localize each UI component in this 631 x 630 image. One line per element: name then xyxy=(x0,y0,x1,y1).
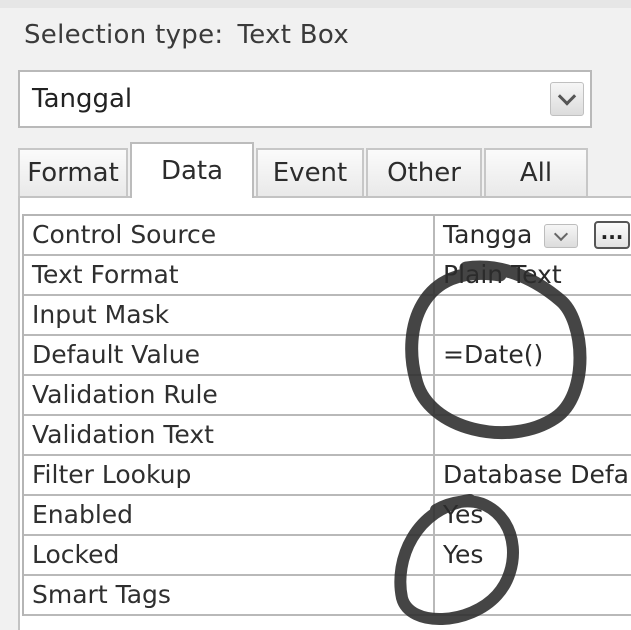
tab-other-label: Other xyxy=(387,158,461,188)
tab-data-label: Data xyxy=(160,156,224,186)
property-name: Control Source xyxy=(24,216,435,254)
property-name: Enabled xyxy=(24,496,435,534)
property-value-filter-lookup[interactable]: Database Defa xyxy=(437,456,631,494)
property-sheet-title-strip xyxy=(0,0,631,8)
tab-format[interactable]: Format xyxy=(18,148,128,196)
tab-event[interactable]: Event xyxy=(256,148,364,196)
tab-format-label: Format xyxy=(27,158,119,188)
property-value-default-value[interactable]: =Date() xyxy=(437,336,631,374)
property-grid: Control Source Tangga ... Text Format Pl… xyxy=(22,214,631,616)
property-name: Filter Lookup xyxy=(24,456,435,494)
tab-all[interactable]: All xyxy=(484,148,588,196)
property-row-validation-rule: Validation Rule xyxy=(24,376,631,416)
property-name: Input Mask xyxy=(24,296,435,334)
property-name: Validation Text xyxy=(24,416,435,454)
property-value-enabled[interactable]: Yes xyxy=(437,496,631,534)
build-button[interactable]: ... xyxy=(594,221,630,249)
selection-type-value: Text Box xyxy=(237,20,350,50)
object-selector-value: Tanggal xyxy=(32,84,133,114)
selection-type: Selection type: Text Box xyxy=(24,20,349,50)
property-value-input-mask[interactable] xyxy=(437,296,631,334)
property-row-locked: Locked Yes xyxy=(24,536,631,576)
property-value-locked[interactable]: Yes xyxy=(437,536,631,574)
control-source-dropdown-button[interactable] xyxy=(544,224,578,248)
property-name: Locked xyxy=(24,536,435,574)
property-row-input-mask: Input Mask xyxy=(24,296,631,336)
property-value-validation-rule[interactable] xyxy=(437,376,631,414)
tab-event-label: Event xyxy=(272,158,348,188)
property-row-smart-tags: Smart Tags xyxy=(24,576,631,616)
tab-data[interactable]: Data xyxy=(130,142,254,198)
object-selector-combo[interactable]: Tanggal xyxy=(18,70,592,128)
property-name: Validation Rule xyxy=(24,376,435,414)
property-value-validation-text[interactable] xyxy=(437,416,631,454)
property-tabs: Format Data Event Other All xyxy=(18,142,631,198)
property-name: Default Value xyxy=(24,336,435,374)
property-value-smart-tags[interactable] xyxy=(437,576,631,614)
object-selector-dropdown-button[interactable] xyxy=(550,82,584,116)
tab-all-label: All xyxy=(519,158,553,188)
property-row-control-source: Control Source Tangga ... xyxy=(24,216,631,256)
chevron-down-icon xyxy=(557,87,577,106)
property-row-enabled: Enabled Yes xyxy=(24,496,631,536)
property-value-text-format[interactable]: Plain Text xyxy=(437,256,631,294)
property-name: Text Format xyxy=(24,256,435,294)
property-name: Smart Tags xyxy=(24,576,435,614)
property-row-filter-lookup: Filter Lookup Database Defa xyxy=(24,456,631,496)
chevron-down-icon xyxy=(553,226,569,242)
property-row-validation-text: Validation Text xyxy=(24,416,631,456)
property-row-default-value: Default Value =Date() xyxy=(24,336,631,376)
property-row-text-format: Text Format Plain Text xyxy=(24,256,631,296)
selection-type-label: Selection type: xyxy=(24,20,224,50)
tab-other[interactable]: Other xyxy=(366,148,482,196)
